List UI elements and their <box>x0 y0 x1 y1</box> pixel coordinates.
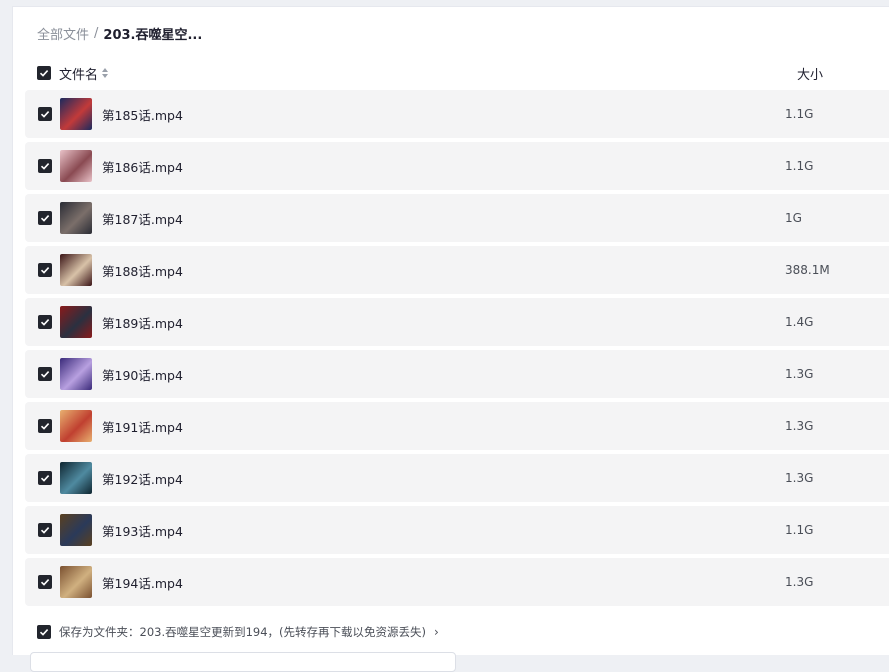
file-name[interactable]: 第185话.mp4 <box>102 105 183 124</box>
row-checkbox[interactable] <box>38 263 52 277</box>
checkbox-checked-icon <box>40 319 50 326</box>
row-checkbox[interactable] <box>38 107 52 121</box>
file-name[interactable]: 第189话.mp4 <box>102 313 183 332</box>
sort-icon[interactable] <box>101 67 109 79</box>
file-name[interactable]: 第190话.mp4 <box>102 365 183 384</box>
row-checkbox[interactable] <box>38 419 52 433</box>
checkbox-checked-icon <box>40 163 50 170</box>
file-size: 1.3G <box>785 419 814 433</box>
select-all-checkbox[interactable] <box>37 66 51 80</box>
breadcrumb-root-link[interactable]: 全部文件 <box>37 24 89 43</box>
file-row[interactable]: 第186话.mp4 1.1G <box>25 142 889 190</box>
file-name[interactable]: 第188话.mp4 <box>102 261 183 280</box>
row-checkbox[interactable] <box>38 315 52 329</box>
save-as-folder-checkbox[interactable] <box>37 625 51 639</box>
file-size: 1.1G <box>785 159 814 173</box>
file-row[interactable]: 第185话.mp4 1.1G <box>25 90 889 138</box>
checkbox-checked-icon <box>40 475 50 482</box>
breadcrumb-separator: / <box>94 25 99 41</box>
file-name[interactable]: 第194话.mp4 <box>102 573 183 592</box>
save-as-folder-label: 保存为文件夹：203.吞噬星空更新到194，(先转存再下载以免资源丢失) <box>59 625 427 639</box>
checkbox-checked-icon <box>40 527 50 534</box>
row-checkbox[interactable] <box>38 471 52 485</box>
file-name[interactable]: 第187话.mp4 <box>102 209 183 228</box>
save-path-box[interactable] <box>30 652 456 672</box>
checkbox-checked-icon <box>40 579 50 586</box>
column-header-filename[interactable]: 文件名 <box>59 64 98 83</box>
file-row[interactable]: 第189话.mp4 1.4G <box>25 298 889 346</box>
row-checkbox[interactable] <box>38 523 52 537</box>
file-size: 1.1G <box>785 107 814 121</box>
row-checkbox[interactable] <box>38 575 52 589</box>
video-thumbnail <box>60 202 92 234</box>
breadcrumb-current: 203.吞噬星空... <box>103 27 203 43</box>
row-checkbox[interactable] <box>38 159 52 173</box>
checkbox-checked-icon <box>40 423 50 430</box>
file-row[interactable]: 第190话.mp4 1.3G <box>25 350 889 398</box>
file-size: 1.1G <box>785 523 814 537</box>
file-name[interactable]: 第191话.mp4 <box>102 417 183 436</box>
file-size: 1.3G <box>785 471 814 485</box>
file-panel: 全部文件 / 203.吞噬星空... 文件名 大小 第185话.mp4 1.1G 第… <box>12 6 889 672</box>
column-header-size: 大小 <box>797 67 824 83</box>
save-as-folder-option[interactable]: 保存为文件夹：203.吞噬星空更新到194，(先转存再下载以免资源丢失) › <box>37 623 439 641</box>
row-checkbox[interactable] <box>38 367 52 381</box>
video-thumbnail <box>60 566 92 598</box>
row-checkbox[interactable] <box>38 211 52 225</box>
video-thumbnail <box>60 306 92 338</box>
checkbox-checked-icon <box>40 371 50 378</box>
table-header: 文件名 大小 <box>37 63 889 83</box>
video-thumbnail <box>60 98 92 130</box>
file-row[interactable]: 第191话.mp4 1.3G <box>25 402 889 450</box>
video-thumbnail <box>60 410 92 442</box>
file-row[interactable]: 第188话.mp4 388.1M <box>25 246 889 294</box>
file-size: 1.4G <box>785 315 814 329</box>
checkbox-checked-icon <box>40 111 50 118</box>
file-row[interactable]: 第193话.mp4 1.1G <box>25 506 889 554</box>
file-list: 第185话.mp4 1.1G 第186话.mp4 1.1G 第187话.mp4 1G 第18… <box>25 90 889 610</box>
checkbox-checked-icon <box>40 215 50 222</box>
video-thumbnail <box>60 150 92 182</box>
file-size: 1.3G <box>785 575 814 589</box>
file-size: 1G <box>785 211 802 225</box>
file-size: 1.3G <box>785 367 814 381</box>
breadcrumb: 全部文件 / 203.吞噬星空... <box>37 23 202 43</box>
file-size: 388.1M <box>785 263 830 277</box>
file-name[interactable]: 第193话.mp4 <box>102 521 183 540</box>
file-row[interactable]: 第194话.mp4 1.3G <box>25 558 889 606</box>
checkbox-checked-icon <box>40 267 50 274</box>
video-thumbnail <box>60 514 92 546</box>
video-thumbnail <box>60 254 92 286</box>
file-row[interactable]: 第187话.mp4 1G <box>25 194 889 242</box>
file-row[interactable]: 第192话.mp4 1.3G <box>25 454 889 502</box>
checkbox-checked-icon <box>39 629 49 636</box>
chevron-right-icon[interactable]: › <box>434 625 439 639</box>
file-name[interactable]: 第192话.mp4 <box>102 469 183 488</box>
video-thumbnail <box>60 358 92 390</box>
video-thumbnail <box>60 462 92 494</box>
file-name[interactable]: 第186话.mp4 <box>102 157 183 176</box>
checkbox-checked-icon <box>39 70 49 77</box>
